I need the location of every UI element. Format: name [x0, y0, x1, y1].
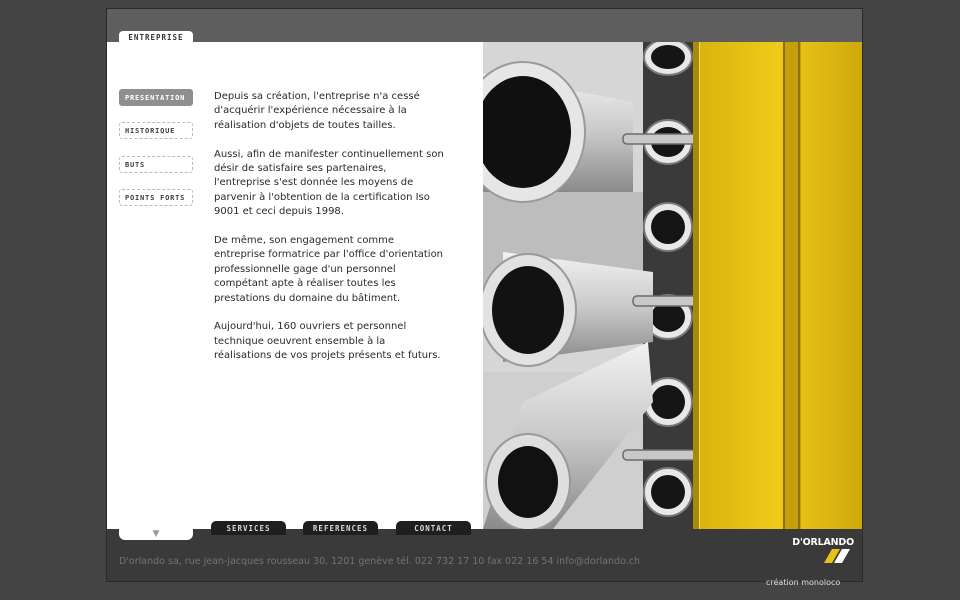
paragraph: De même, son engagement comme entreprise…	[214, 235, 444, 304]
bottom-bar	[107, 529, 862, 581]
footer-address: D'orlando sa, rue jean-jacques rousseau …	[119, 556, 641, 567]
submenu-buts[interactable]: BUTS	[119, 156, 193, 173]
scaffolding-photo	[483, 42, 862, 529]
submenu-historique[interactable]: HISTORIQUE	[119, 122, 193, 139]
nav-tab-references[interactable]: REFERENCES	[303, 521, 378, 535]
presentation-text: Depuis sa création, l'entreprise n'a ces…	[214, 90, 444, 378]
logo-stripes-icon	[824, 549, 850, 563]
scroll-down-tab[interactable]: ▼	[119, 529, 193, 540]
tab-entreprise[interactable]: ENTREPRISE	[119, 31, 193, 44]
dorlando-logo[interactable]: D'ORLANDO	[790, 537, 856, 565]
nav-tab-contact[interactable]: CONTACT	[396, 521, 471, 535]
nav-tab-services[interactable]: SERVICES	[211, 521, 286, 535]
submenu-presentation[interactable]: PRESENTATION	[119, 89, 193, 106]
paragraph: Aussi, afin de manifester continuellemen…	[214, 148, 444, 218]
scaffolding-photo-drawing	[483, 42, 862, 529]
paragraph: Depuis sa création, l'entreprise n'a ces…	[214, 91, 420, 131]
credit-link[interactable]: création monoloco	[766, 578, 840, 587]
logo-text: D'ORLANDO	[792, 537, 854, 548]
triangle-down-icon: ▼	[152, 529, 160, 539]
submenu-points-forts[interactable]: POINTS FORTS	[119, 189, 193, 206]
paragraph: Aujourd'hui, 160 ouvriers et personnel t…	[214, 321, 441, 362]
